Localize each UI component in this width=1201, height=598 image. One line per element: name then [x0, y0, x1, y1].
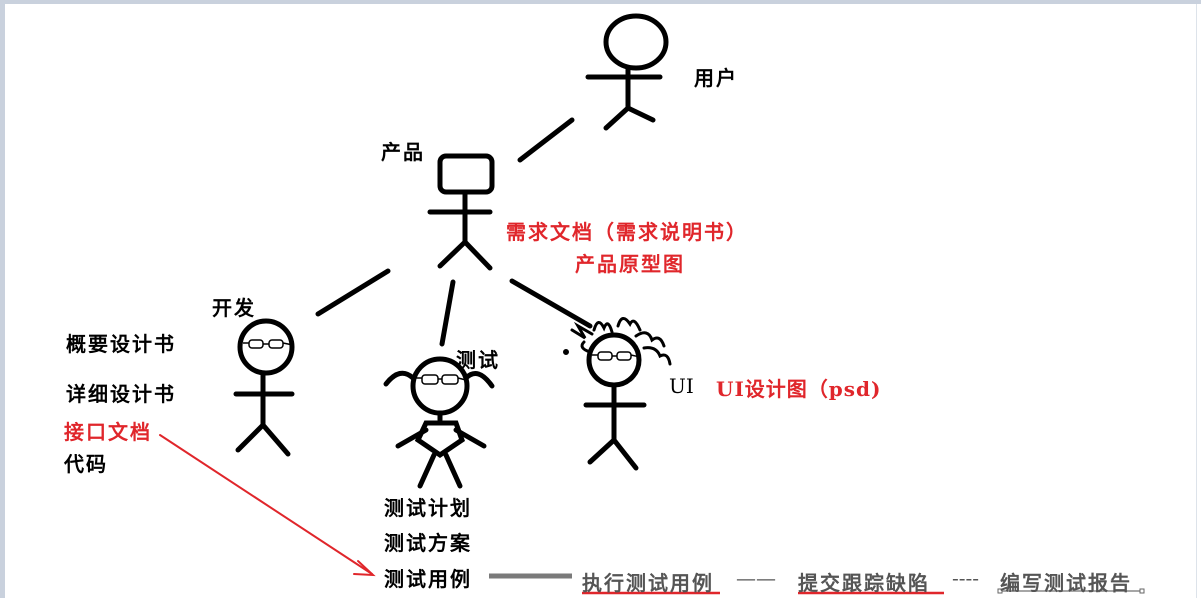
ui-glasses [592, 351, 641, 361]
user-head [603, 13, 669, 71]
flow-step-report: 编写测试报告 [1000, 571, 1132, 595]
flow-separator-1: —— [736, 566, 776, 590]
connector-product-ui [509, 278, 593, 329]
test-doc-cases: 测试用例 [384, 567, 472, 591]
label-ui: UI [669, 374, 694, 398]
label-test: 测试 [456, 348, 500, 372]
label-user: 用户 [694, 66, 738, 90]
user-figure [585, 13, 669, 131]
dev-leg-right [260, 422, 291, 457]
tester-leg-left [417, 452, 437, 489]
dev-doc-overview: 概要设计书 [66, 332, 176, 356]
red-arrow [159, 434, 376, 577]
ui-leg-left [587, 437, 617, 465]
tester-pigtail-right [463, 371, 495, 389]
product-doc-requirements: 需求文档（需求说明书） [506, 220, 748, 244]
product-doc-prototype: 产品原型图 [575, 252, 685, 276]
product-head [437, 153, 495, 195]
dev-doc-detail: 详细设计书 [66, 382, 176, 406]
tester-glasses [416, 374, 467, 385]
dev-doc-code: 代码 [64, 452, 108, 476]
dev-glasses [243, 339, 294, 349]
ui-doc-design: UI设计图（psd) [716, 377, 882, 401]
flow-separator-2: ---- [952, 566, 980, 590]
flow-step-execute: 执行测试用例 [582, 571, 714, 595]
connector-user-product [517, 117, 575, 163]
connector-product-test [439, 279, 456, 347]
product-leg-right [462, 239, 493, 271]
tester-pigtail-left [383, 370, 416, 387]
tester-figure [383, 356, 495, 489]
user-leg-left [603, 105, 631, 131]
dev-figure [233, 318, 295, 457]
ui-leg-right [611, 437, 639, 471]
selection-handle-right [1139, 588, 1145, 594]
dev-doc-interface: 接口文档 [64, 420, 152, 444]
diagram-canvas [159, 13, 1145, 595]
product-leg-left [437, 239, 468, 269]
test-doc-plan: 测试计划 [384, 496, 472, 520]
user-leg-right [625, 105, 656, 123]
product-figure [427, 153, 495, 271]
dev-leg-left [235, 422, 266, 453]
ui-head [586, 332, 642, 388]
label-dev: 开发 [212, 296, 256, 320]
tester-leg-right [443, 452, 463, 489]
connector-product-dev [315, 268, 391, 317]
test-doc-scheme: 测试方案 [384, 531, 472, 555]
label-product: 产品 [381, 140, 425, 164]
flow-step-submit: 提交跟踪缺陷 [798, 571, 930, 595]
dev-head [237, 318, 295, 376]
